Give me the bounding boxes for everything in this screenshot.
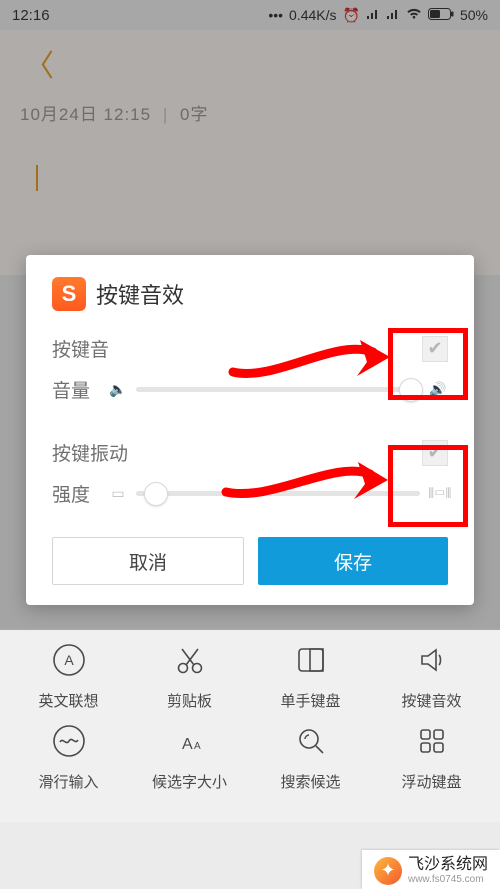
grid-item-sound[interactable]: 按键音效	[373, 640, 489, 711]
grid-label: 搜索候选	[280, 771, 340, 792]
scissors-icon	[170, 640, 210, 680]
circle-a-icon: A	[49, 640, 89, 680]
grid-item-onehand[interactable]: 单手键盘	[252, 640, 368, 711]
dialog-title: 按键音效	[96, 278, 184, 310]
dialog-buttons: 取消 保存	[52, 537, 448, 585]
sogou-logo-icon: S	[52, 277, 86, 311]
check-icon: ✔	[427, 442, 442, 463]
grid-item-fontsize[interactable]: AA 候选字大小	[131, 721, 247, 792]
grid-label: 剪贴板	[167, 690, 212, 711]
vibrate-label: 按键振动	[52, 439, 128, 466]
watermark-url: www.fs0745.com	[408, 874, 488, 885]
search-icon	[291, 721, 331, 761]
grid-row-2: 滑行输入 AA 候选字大小 搜索候选 浮动键盘	[8, 721, 492, 792]
grid-row-1: A 英文联想 剪贴板 单手键盘 按键音效	[8, 640, 492, 711]
volume-label: 音量	[52, 376, 100, 403]
vibrate-low-icon: ▭	[108, 485, 128, 502]
intensity-thumb[interactable]	[144, 482, 168, 506]
svg-text:A: A	[182, 736, 193, 753]
volume-high-icon: 🔊	[428, 381, 448, 398]
volume-thumb[interactable]	[399, 378, 423, 402]
vibrate-toggle-row: 按键振动 ✔	[52, 439, 448, 466]
grid-label: 英文联想	[38, 690, 98, 711]
font-size-icon: AA	[170, 721, 210, 761]
watermark-title: 飞沙系统网	[408, 856, 488, 874]
grid-item-swipe[interactable]: 滑行输入	[10, 721, 126, 792]
grid-label: 候选字大小	[152, 771, 227, 792]
save-button[interactable]: 保存	[258, 537, 448, 585]
one-hand-icon	[291, 640, 331, 680]
dialog-header: S 按键音效	[52, 277, 448, 311]
sound-toggle-row: 按键音 ✔	[52, 335, 448, 362]
svg-text:A: A	[194, 741, 201, 752]
grid-item-search[interactable]: 搜索候选	[252, 721, 368, 792]
volume-slider[interactable]	[136, 387, 420, 392]
grid4-icon	[412, 721, 452, 761]
vibrate-checkbox[interactable]: ✔	[422, 440, 448, 466]
cancel-button[interactable]: 取消	[52, 537, 244, 585]
grid-item-floating[interactable]: 浮动键盘	[373, 721, 489, 792]
volume-low-icon: 🔈	[108, 381, 128, 398]
watermark-text: 飞沙系统网 www.fs0745.com	[408, 856, 488, 885]
sound-label: 按键音	[52, 335, 109, 362]
sound-checkbox[interactable]: ✔	[422, 336, 448, 362]
intensity-label: 强度	[52, 480, 100, 507]
grid-label: 浮动键盘	[401, 771, 461, 792]
grid-label: 单手键盘	[280, 690, 340, 711]
sound-settings-dialog: S 按键音效 按键音 ✔ 音量 🔈 🔊 按键振动 ✔ 强度 ▭ ⦀▭⦀ 取消	[26, 255, 474, 605]
grid-item-clipboard[interactable]: 剪贴板	[131, 640, 247, 711]
keyboard-settings-grid: A 英文联想 剪贴板 单手键盘 按键音效 滑行输入	[0, 628, 500, 822]
grid-item-english-assoc[interactable]: A 英文联想	[10, 640, 126, 711]
check-icon: ✔	[427, 338, 442, 359]
grid-label: 滑行输入	[38, 771, 98, 792]
grid-label: 按键音效	[401, 690, 461, 711]
wave-circle-icon	[49, 721, 89, 761]
watermark: ✦ 飞沙系统网 www.fs0745.com	[362, 850, 500, 889]
vibrate-high-icon: ⦀▭⦀	[428, 485, 448, 502]
intensity-slider[interactable]	[136, 491, 420, 496]
watermark-logo-icon: ✦	[374, 857, 402, 885]
intensity-slider-row: 强度 ▭ ⦀▭⦀	[52, 480, 448, 507]
volume-slider-row: 音量 🔈 🔊	[52, 376, 448, 403]
speaker-icon	[412, 640, 452, 680]
svg-text:A: A	[64, 652, 74, 668]
